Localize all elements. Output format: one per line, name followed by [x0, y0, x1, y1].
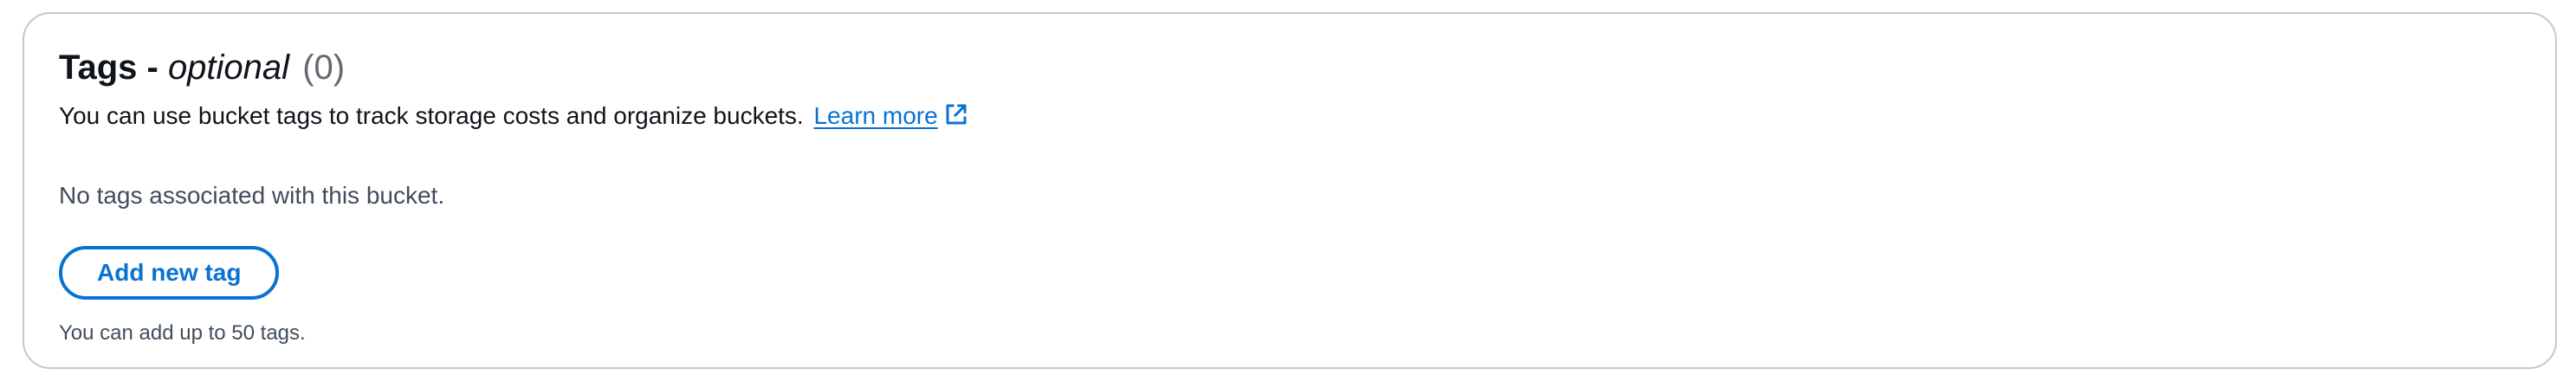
learn-more-link[interactable]: Learn more: [813, 102, 968, 129]
tags-title-main: Tags -: [59, 48, 168, 87]
tags-count: (0): [302, 48, 346, 87]
external-link-icon: [946, 104, 967, 125]
tags-panel-header: Tags - optional (0) You can use bucket t…: [59, 43, 2521, 133]
empty-tags-message: No tags associated with this bucket.: [59, 182, 445, 209]
tags-title-optional: optional: [167, 48, 290, 87]
learn-more-label: Learn more: [813, 102, 938, 129]
tags-panel-title: Tags - optional (0): [59, 43, 2521, 92]
tags-panel: Tags - optional (0) You can use bucket t…: [23, 12, 2557, 369]
add-new-tag-button[interactable]: Add new tag: [59, 246, 280, 300]
tag-limit-hint: You can add up to 50 tags.: [59, 321, 306, 345]
tags-description: You can use bucket tags to track storage…: [59, 99, 2521, 133]
tags-description-text: You can use bucket tags to track storage…: [59, 102, 804, 129]
